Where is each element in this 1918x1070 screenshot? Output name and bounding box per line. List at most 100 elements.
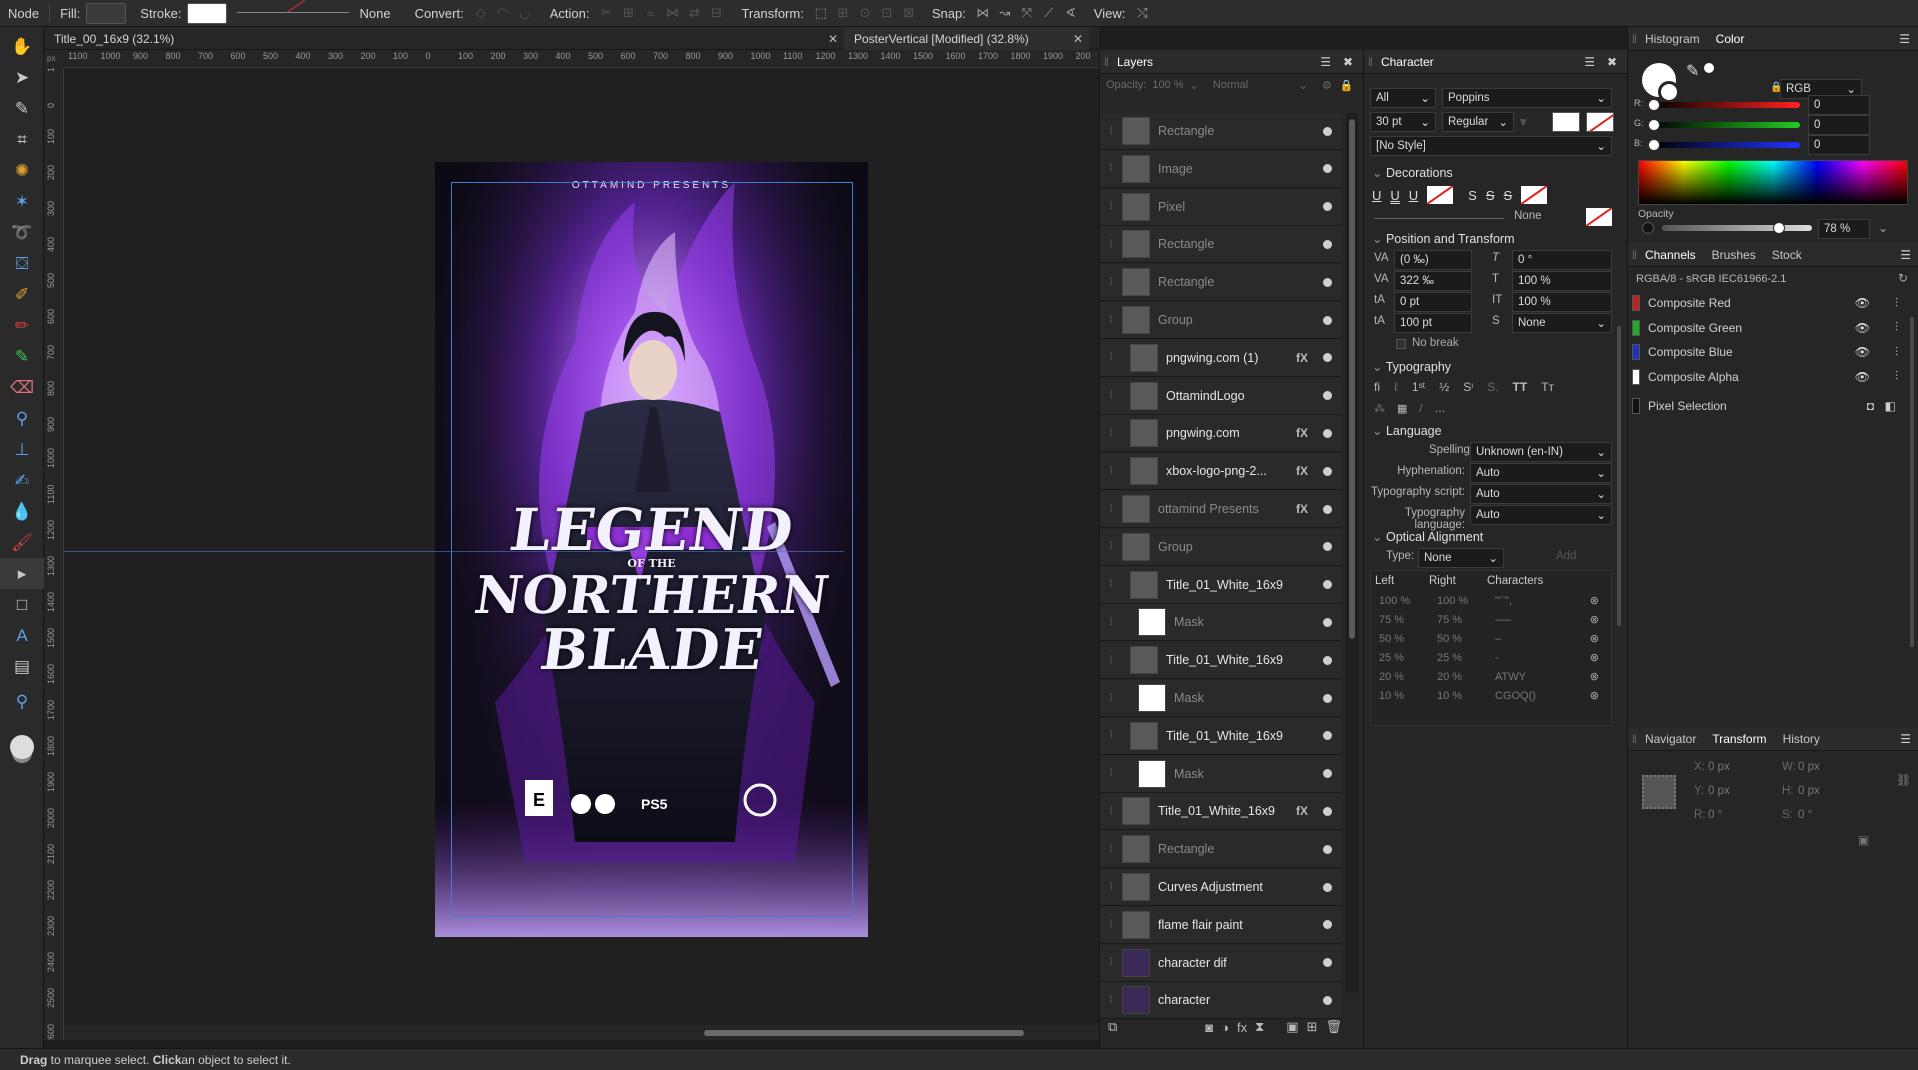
- panel-menu-icon[interactable]: ☰: [1320, 55, 1331, 69]
- smooth-curve-icon[interactable]: ≈: [639, 2, 661, 24]
- convert-smooth-icon[interactable]: ◠: [492, 2, 514, 24]
- panel-menu-icon[interactable]: ☰: [1900, 732, 1911, 746]
- navigator-tab[interactable]: Navigator: [1637, 732, 1704, 746]
- optical-cell-right[interactable]: 75 %: [1429, 614, 1487, 626]
- optical-cell-right[interactable]: 20 %: [1429, 671, 1487, 683]
- optical-row[interactable]: 25 % 25 % - ⊗: [1371, 648, 1611, 667]
- opacity-value[interactable]: 100 %: [1152, 79, 1183, 91]
- dodge-icon[interactable]: 💧: [0, 496, 44, 527]
- optical-type-select[interactable]: None ⌄: [1418, 548, 1504, 568]
- optical-row[interactable]: 20 % 20 % ATWY ⊗: [1371, 667, 1611, 686]
- paint-brush-icon[interactable]: ✏: [0, 310, 44, 341]
- layer-drag-handle-icon[interactable]: ⁞: [1100, 957, 1122, 968]
- eye-icon[interactable]: 👁: [1855, 345, 1870, 359]
- r-channel-slider[interactable]: [1648, 99, 1800, 111]
- transform-flip-icon[interactable]: ⊡: [876, 2, 898, 24]
- layer-visibility-toggle[interactable]: [1323, 391, 1332, 401]
- layer-row[interactable]: ⁞ Mask: [1100, 755, 1342, 793]
- kerning-field[interactable]: (0 ‰): [1394, 250, 1472, 270]
- layer-row[interactable]: ⁞ Group: [1100, 302, 1342, 339]
- strike-color-swatch[interactable]: [1521, 186, 1548, 204]
- save-selection-icon[interactable]: ◘: [1867, 399, 1874, 413]
- double-strike-button[interactable]: S: [1486, 188, 1495, 203]
- layer-drag-handle-icon[interactable]: ⁞: [1100, 617, 1122, 628]
- b-channel-slider[interactable]: [1648, 139, 1800, 151]
- close-icon[interactable]: ✕: [1073, 32, 1083, 46]
- thick-strike-button[interactable]: S: [1504, 188, 1513, 203]
- eye-icon[interactable]: 👁: [1855, 370, 1870, 384]
- refresh-icon[interactable]: ↻: [1898, 271, 1908, 285]
- leading-field[interactable]: 100 pt: [1394, 313, 1472, 333]
- optical-cell-chars[interactable]: –: [1487, 633, 1551, 645]
- eyedropper-icon[interactable]: ✎: [1686, 61, 1699, 81]
- layer-visibility-toggle[interactable]: [1323, 466, 1332, 476]
- zoom-tool-icon[interactable]: ⚲: [0, 403, 44, 434]
- add-button[interactable]: Add: [1556, 550, 1576, 562]
- history-tab[interactable]: History: [1775, 732, 1828, 746]
- join-curves-icon[interactable]: ⋈: [661, 2, 683, 24]
- slash-button[interactable]: /: [1419, 403, 1422, 415]
- layer-row[interactable]: ⁞ Title_01_White_16x9: [1100, 717, 1342, 755]
- layer-row[interactable]: ⁞ Curves Adjustment: [1100, 869, 1342, 906]
- paint-mixer-icon[interactable]: ✺: [0, 155, 44, 186]
- layer-row[interactable]: ⁞ pngwing.com (1) fX: [1100, 339, 1342, 377]
- horizontal-scrollbar[interactable]: [64, 1025, 1099, 1040]
- decoration-weight-slider[interactable]: [1374, 218, 1504, 219]
- optical-cell-right[interactable]: 50 %: [1429, 633, 1487, 645]
- typography-section[interactable]: ⌄ Typography: [1372, 359, 1451, 374]
- y-value[interactable]: 0 px: [1708, 785, 1730, 797]
- stock-tab[interactable]: Stock: [1764, 248, 1810, 262]
- color-swap-icon[interactable]: [1704, 63, 1714, 73]
- selection-options-icon[interactable]: ◧: [1885, 399, 1896, 413]
- close-icon[interactable]: ✕: [828, 32, 838, 46]
- optical-cell-left[interactable]: 20 %: [1371, 671, 1429, 683]
- rectangle-tool-icon[interactable]: □: [0, 589, 44, 620]
- decorations-section[interactable]: ⌄ Decorations: [1372, 165, 1453, 180]
- layer-row[interactable]: ⁞ Mask: [1100, 680, 1342, 717]
- b-channel-knob[interactable]: [1648, 139, 1660, 151]
- break-curve-icon[interactable]: ✂: [595, 2, 617, 24]
- underline-button[interactable]: U: [1372, 188, 1381, 203]
- glyph-button[interactable]: ⁂: [1374, 402, 1385, 415]
- crop-tool-icon[interactable]: ⌗: [0, 124, 44, 155]
- layer-row[interactable]: ⁞ Title_01_White_16x9: [1100, 566, 1342, 604]
- g-channel-field[interactable]: 0: [1808, 115, 1870, 135]
- r-value[interactable]: 0 °: [1708, 809, 1722, 821]
- character-tab[interactable]: Character: [1373, 55, 1442, 69]
- pixel-brush-icon[interactable]: ✎: [0, 341, 44, 372]
- layer-drag-handle-icon[interactable]: ⁞: [1100, 768, 1122, 779]
- g-channel-slider[interactable]: [1648, 119, 1800, 131]
- strikethrough-button[interactable]: S: [1468, 188, 1477, 203]
- b-channel-field[interactable]: 0: [1808, 135, 1870, 155]
- g-channel-knob[interactable]: [1648, 119, 1660, 131]
- layer-row[interactable]: ⁞ Rectangle: [1100, 113, 1342, 150]
- layer-visibility-toggle[interactable]: [1323, 239, 1332, 249]
- layer-drag-handle-icon[interactable]: ⁞: [1100, 163, 1122, 174]
- close-curve-icon[interactable]: ⊞: [617, 2, 639, 24]
- stroke-swatch[interactable]: [187, 2, 228, 24]
- layer-row[interactable]: ⁞ ottamind Presents fX: [1100, 491, 1342, 528]
- layer-visibility-toggle[interactable]: [1323, 277, 1332, 287]
- r-channel-field[interactable]: 0: [1808, 95, 1870, 115]
- layers-tab[interactable]: Layers: [1109, 55, 1161, 69]
- eye-icon[interactable]: 👁: [1855, 296, 1870, 310]
- baseline-field[interactable]: 0 pt: [1394, 292, 1472, 312]
- fx-icon[interactable]: fX: [1296, 426, 1308, 440]
- layer-drag-handle-icon[interactable]: ⁞: [1100, 693, 1122, 704]
- layer-drag-handle-icon[interactable]: ⁞: [1100, 806, 1122, 817]
- snap-handles-icon[interactable]: ⤧: [1016, 2, 1038, 24]
- channel-row[interactable]: Composite Blue 👁 ⫶: [1628, 341, 1908, 363]
- character-scrollbar[interactable]: [1614, 326, 1624, 886]
- font-weight-select[interactable]: Regular ⌄: [1442, 112, 1514, 132]
- remove-row-icon[interactable]: ⊗: [1590, 689, 1599, 702]
- adjustment-icon[interactable]: ◑: [1221, 1020, 1229, 1035]
- remove-row-icon[interactable]: ⊗: [1590, 670, 1599, 683]
- fx-icon[interactable]: fX: [1296, 804, 1308, 818]
- layer-visibility-toggle[interactable]: [1323, 844, 1332, 854]
- optical-alignment-section[interactable]: ⌄ Optical Alignment: [1372, 529, 1483, 544]
- snap-to-curve-icon[interactable]: ↝: [994, 2, 1016, 24]
- no-break-checkbox[interactable]: [1396, 339, 1406, 349]
- layer-visibility-toggle[interactable]: [1323, 693, 1332, 703]
- optical-cell-left[interactable]: 25 %: [1371, 652, 1429, 664]
- link-icon[interactable]: ⛓: [1896, 773, 1911, 787]
